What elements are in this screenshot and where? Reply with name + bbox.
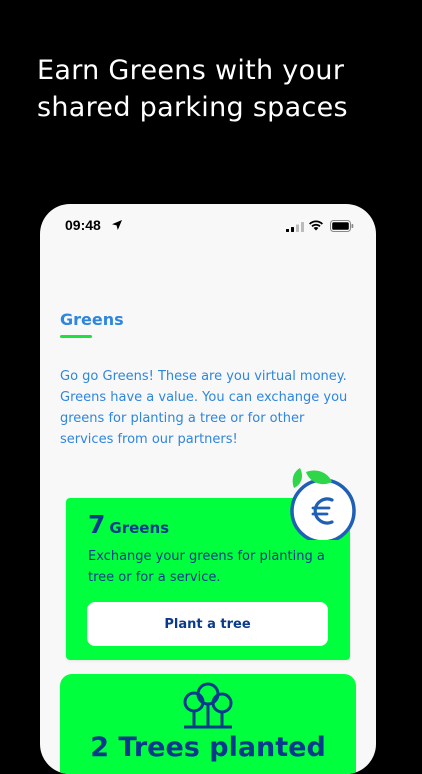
trees-planted-label: 2 Trees planted — [90, 732, 326, 763]
trees-card: 2 Trees planted — [60, 674, 356, 774]
location-arrow-icon — [112, 220, 122, 230]
greens-balance: 7 Greens — [88, 510, 169, 539]
status-bar: 09:48 — [40, 204, 376, 244]
greens-count-unit: Greens — [109, 519, 170, 537]
greens-count-value: 7 — [88, 510, 106, 539]
promo-headline: Earn Greens with your shared parking spa… — [37, 55, 348, 123]
plant-tree-button[interactable]: Plant a tree — [87, 602, 328, 646]
signal-icon — [286, 222, 304, 232]
euro-leaf-icon — [290, 468, 356, 540]
trees-icon — [183, 682, 233, 729]
battery-icon — [330, 220, 354, 232]
status-time: 09:48 — [65, 217, 101, 233]
section-title: Greens — [60, 310, 124, 329]
intro-text: Go go Greens! These are you virtual mone… — [60, 369, 348, 447]
wifi-icon — [309, 220, 323, 231]
phone-screen: 09:48 Greens Go go Greens! These are you… — [40, 204, 376, 774]
greens-card-description: Exchange your greens for planting a tree… — [88, 549, 325, 585]
title-underline — [60, 335, 92, 338]
